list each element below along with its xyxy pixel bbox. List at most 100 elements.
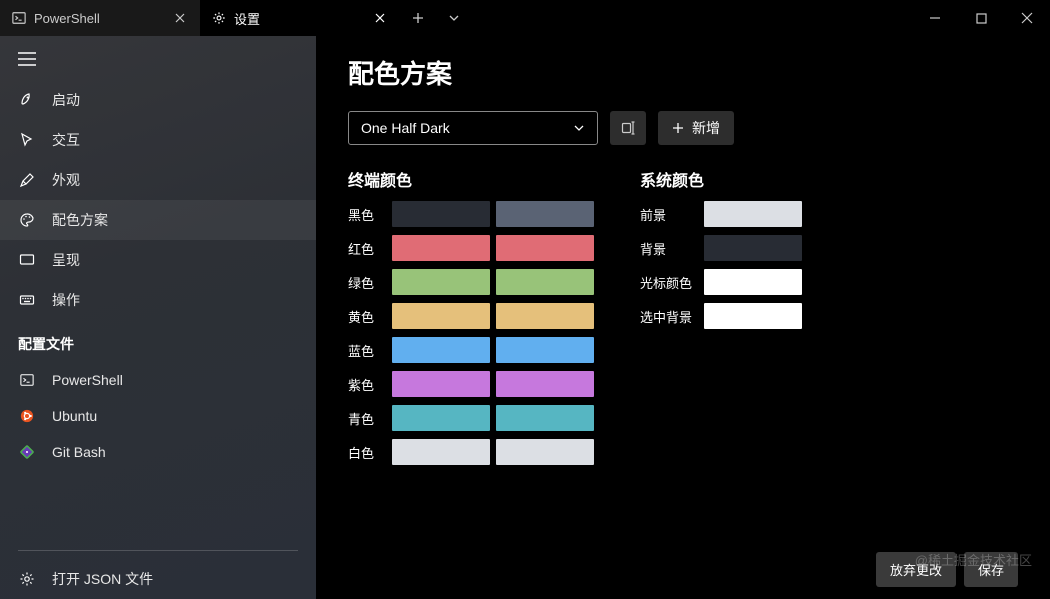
scheme-toolbar: One Half Dark 新增 <box>348 111 1018 145</box>
rocket-icon <box>18 92 36 108</box>
terminal-icon <box>18 373 36 387</box>
sidebar-item-profile-ubuntu[interactable]: Ubuntu <box>0 398 316 434</box>
hamburger-button[interactable] <box>0 36 316 80</box>
color-swatch-normal[interactable] <box>392 337 490 363</box>
sidebar-item-label: 呈现 <box>52 250 80 270</box>
close-icon[interactable] <box>372 10 388 26</box>
color-label: 蓝色 <box>348 341 386 360</box>
discard-button[interactable]: 放弃更改 <box>876 552 956 587</box>
color-label: 黄色 <box>348 307 386 326</box>
gitbash-icon <box>18 445 36 459</box>
open-json-button[interactable]: 打开 JSON 文件 <box>0 559 316 599</box>
section-title-system: 系统颜色 <box>640 167 802 191</box>
color-label: 白色 <box>348 443 386 462</box>
sidebar-item-color-schemes[interactable]: 配色方案 <box>0 200 316 240</box>
rename-icon <box>620 120 636 136</box>
sidebar-item-actions[interactable]: 操作 <box>0 280 316 320</box>
color-row: 蓝色 <box>348 337 594 363</box>
nav-section: 启动 交互 外观 配色 <box>0 80 316 320</box>
keyboard-icon <box>18 292 36 308</box>
close-icon[interactable] <box>172 10 188 26</box>
system-colors-section: 系统颜色 前景背景光标颜色选中背景 <box>640 167 802 465</box>
color-swatch-normal[interactable] <box>392 405 490 431</box>
titlebar: PowerShell 设置 <box>0 0 1050 36</box>
color-label: 紫色 <box>348 375 386 394</box>
color-row: 黑色 <box>348 201 594 227</box>
sidebar-item-label: 外观 <box>52 170 80 190</box>
color-swatch-bright[interactable] <box>496 405 594 431</box>
tab-powershell[interactable]: PowerShell <box>0 0 200 36</box>
scheme-select[interactable]: One Half Dark <box>348 111 598 145</box>
sidebar-item-appearance[interactable]: 外观 <box>0 160 316 200</box>
sidebar-item-label: Ubuntu <box>52 408 97 424</box>
tab-strip: PowerShell 设置 <box>0 0 912 36</box>
color-swatch-normal[interactable] <box>392 303 490 329</box>
tab-dropdown-button[interactable] <box>436 0 472 36</box>
color-swatch-bright[interactable] <box>496 337 594 363</box>
sidebar-item-profile-gitbash[interactable]: Git Bash <box>0 434 316 470</box>
terminal-icon <box>12 11 26 25</box>
color-row: 前景 <box>640 201 802 227</box>
sidebar-item-profile-powershell[interactable]: PowerShell <box>0 362 316 398</box>
chevron-down-icon <box>573 124 585 132</box>
color-swatch-bright[interactable] <box>496 439 594 465</box>
sidebar-item-interaction[interactable]: 交互 <box>0 120 316 160</box>
color-label: 绿色 <box>348 273 386 292</box>
save-button[interactable]: 保存 <box>964 552 1018 587</box>
color-label: 红色 <box>348 239 386 258</box>
color-swatch-bright[interactable] <box>496 235 594 261</box>
color-swatch-bright[interactable] <box>496 303 594 329</box>
color-label: 前景 <box>640 205 698 224</box>
sidebar-item-label: Git Bash <box>52 444 106 460</box>
sidebar-item-startup[interactable]: 启动 <box>0 80 316 120</box>
color-swatch[interactable] <box>704 201 802 227</box>
add-button-label: 新增 <box>692 118 720 138</box>
profiles-section-label: 配置文件 <box>0 320 316 362</box>
palette-icon <box>18 212 36 228</box>
new-tab-button[interactable] <box>400 0 436 36</box>
cursor-icon <box>18 132 36 148</box>
color-label: 青色 <box>348 409 386 428</box>
plus-icon <box>672 122 684 134</box>
tab-label: PowerShell <box>34 11 164 26</box>
color-swatch-normal[interactable] <box>392 235 490 261</box>
color-row: 绿色 <box>348 269 594 295</box>
profiles-section: PowerShell Ubuntu Git Bash <box>0 362 316 470</box>
gear-icon <box>18 571 36 587</box>
color-swatch-bright[interactable] <box>496 201 594 227</box>
color-swatch-bright[interactable] <box>496 371 594 397</box>
tab-settings[interactable]: 设置 <box>200 0 400 36</box>
color-swatch[interactable] <box>704 303 802 329</box>
sidebar-item-rendering[interactable]: 呈现 <box>0 240 316 280</box>
color-row: 红色 <box>348 235 594 261</box>
color-label: 黑色 <box>348 205 386 224</box>
scheme-select-value: One Half Dark <box>361 120 450 136</box>
sidebar-item-label: 配色方案 <box>52 210 108 230</box>
color-swatch-normal[interactable] <box>392 201 490 227</box>
color-swatch-normal[interactable] <box>392 371 490 397</box>
color-row: 青色 <box>348 405 594 431</box>
maximize-button[interactable] <box>958 0 1004 36</box>
page-title: 配色方案 <box>348 54 1018 91</box>
color-swatch-normal[interactable] <box>392 439 490 465</box>
close-button[interactable] <box>1004 0 1050 36</box>
color-label: 背景 <box>640 239 698 258</box>
color-row: 黄色 <box>348 303 594 329</box>
color-label: 选中背景 <box>640 307 698 326</box>
color-row: 背景 <box>640 235 802 261</box>
color-row: 白色 <box>348 439 594 465</box>
add-scheme-button[interactable]: 新增 <box>658 111 734 145</box>
color-row: 选中背景 <box>640 303 802 329</box>
footer-actions: 放弃更改 保存 <box>348 540 1018 587</box>
sidebar-item-label: 交互 <box>52 130 80 150</box>
rename-button[interactable] <box>610 111 646 145</box>
section-title-terminal: 终端颜色 <box>348 167 594 191</box>
color-swatch-normal[interactable] <box>392 269 490 295</box>
color-swatch-bright[interactable] <box>496 269 594 295</box>
terminal-colors-section: 终端颜色 黑色红色绿色黄色蓝色紫色青色白色 <box>348 167 594 465</box>
color-swatch[interactable] <box>704 269 802 295</box>
minimize-button[interactable] <box>912 0 958 36</box>
color-row: 光标颜色 <box>640 269 802 295</box>
sidebar-item-label: 启动 <box>52 90 80 110</box>
color-swatch[interactable] <box>704 235 802 261</box>
